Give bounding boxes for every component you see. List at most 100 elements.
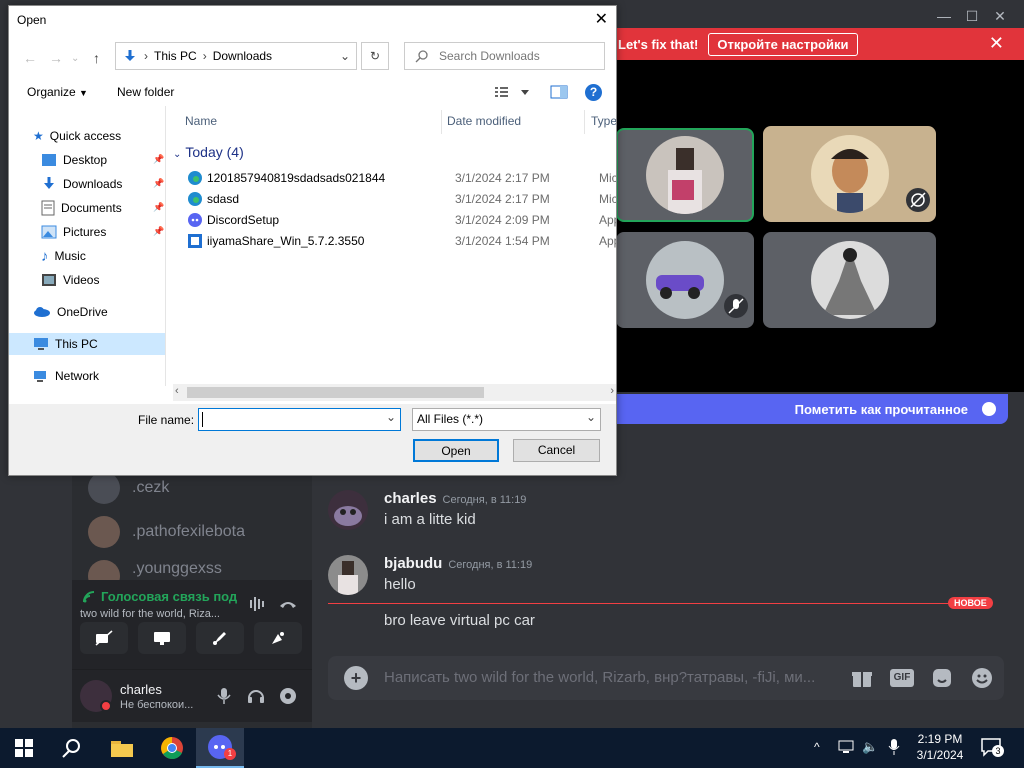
participant-tile[interactable]: [616, 232, 754, 328]
sticker-icon[interactable]: [930, 666, 954, 690]
camera-toggle-button[interactable]: [80, 622, 128, 654]
nav-item-network[interactable]: Network: [33, 365, 99, 387]
activities-button[interactable]: [196, 622, 244, 654]
file-row[interactable]: DiscordSetup 3/1/2024 2:09 PM Appli: [187, 210, 616, 230]
column-divider[interactable]: [584, 110, 585, 134]
quick-access-item[interactable]: ★ Quick access: [33, 125, 121, 147]
nav-item-onedrive[interactable]: OneDrive: [33, 301, 108, 323]
minimize-button[interactable]: —: [930, 6, 958, 26]
group-label: Today (4): [185, 144, 244, 160]
new-badge: НОВОЕ: [948, 597, 993, 609]
file-type-filter[interactable]: All Files (*.*) ⌄: [412, 408, 601, 431]
avatar[interactable]: [80, 680, 112, 712]
disconnect-icon[interactable]: [278, 596, 298, 612]
search-input[interactable]: Search Downloads: [404, 42, 605, 70]
horizontal-scrollbar[interactable]: ‹ ›: [173, 384, 616, 401]
new-folder-button[interactable]: New folder: [117, 85, 174, 99]
help-icon[interactable]: ?: [585, 84, 602, 101]
file-row[interactable]: sdasd 3/1/2024 2:17 PM Micro: [187, 189, 616, 209]
column-header-name[interactable]: Name: [185, 114, 217, 128]
avatar[interactable]: [328, 490, 368, 530]
nav-item-videos[interactable]: Videos: [41, 269, 99, 291]
message-input[interactable]: Написать two wild for the world, Rizarb,…: [384, 669, 824, 686]
close-button[interactable]: ✕: [986, 6, 1014, 26]
add-attachment-button[interactable]: +: [344, 666, 368, 690]
noise-suppression-icon[interactable]: [248, 596, 268, 612]
breadcrumb-downloads[interactable]: Downloads: [213, 49, 272, 63]
chevron-up-icon[interactable]: ^: [814, 740, 820, 754]
avatar[interactable]: [328, 555, 368, 595]
back-arrow-icon[interactable]: ←: [23, 50, 37, 66]
nav-item-pictures[interactable]: Pictures: [41, 221, 106, 243]
column-header-type[interactable]: Type: [591, 114, 616, 128]
nav-item-downloads[interactable]: Downloads: [41, 173, 122, 195]
scroll-right-icon[interactable]: ›: [610, 385, 614, 397]
scroll-left-icon[interactable]: ‹: [175, 385, 179, 397]
scrollbar-thumb[interactable]: [187, 387, 484, 398]
search-button[interactable]: [48, 728, 96, 768]
nav-item-desktop[interactable]: Desktop: [41, 149, 107, 171]
file-name: 1201857940819sdadsads021844: [207, 171, 386, 185]
file-row[interactable]: iiyamaShare_Win_5.7.2.3550 3/1/2024 1:54…: [187, 231, 616, 251]
chevron-down-icon[interactable]: ⌄: [386, 410, 396, 424]
emoji-icon[interactable]: [970, 666, 994, 690]
organize-button[interactable]: Organize ▼: [27, 85, 88, 99]
member-item[interactable]: .pathofexilebota: [88, 516, 245, 548]
message-author[interactable]: charles: [384, 490, 437, 507]
pin-icon: 📌: [153, 226, 165, 236]
discord-taskbar-button[interactable]: 1: [196, 728, 244, 768]
open-settings-button[interactable]: Откройте настройки: [708, 32, 858, 56]
column-header-date[interactable]: Date modified: [447, 114, 521, 128]
headphones-icon[interactable]: [246, 686, 266, 706]
network-icon[interactable]: [838, 739, 856, 755]
voice-channel[interactable]: two wild for the world, Riza...: [80, 608, 220, 620]
nav-item-this-pc[interactable]: This PC: [9, 333, 165, 355]
avatar: [88, 472, 120, 504]
member-item[interactable]: .younggexss: [88, 560, 222, 580]
refresh-button[interactable]: ↻: [361, 42, 389, 70]
file-name-field[interactable]: ⌄: [198, 408, 401, 431]
gift-icon[interactable]: [850, 666, 874, 690]
view-options-icon[interactable]: [495, 84, 535, 100]
gif-button[interactable]: GIF: [890, 669, 914, 687]
discord-icon: [187, 212, 203, 228]
member-item[interactable]: .cezk: [88, 472, 169, 504]
participant-tile[interactable]: [763, 232, 936, 328]
forward-arrow-icon[interactable]: →: [49, 50, 63, 66]
message-author[interactable]: bjabudu: [384, 555, 442, 572]
close-icon[interactable]: ✕: [989, 33, 1004, 54]
video-stage: [612, 60, 1024, 392]
chrome-button[interactable]: [148, 728, 196, 768]
mark-as-read-bar[interactable]: Пометить как прочитанное: [612, 394, 1008, 424]
maximize-button[interactable]: ☐: [958, 6, 986, 26]
open-button[interactable]: Open: [413, 439, 499, 462]
microphone-icon[interactable]: [216, 686, 232, 706]
participant-tile[interactable]: [616, 128, 754, 222]
gear-icon[interactable]: [278, 686, 298, 706]
history-chevron-icon[interactable]: ⌄: [71, 53, 79, 64]
notification-center-icon[interactable]: 3: [980, 737, 1004, 757]
message-composer: + Написать two wild for the world, Rizar…: [328, 656, 1004, 700]
address-bar[interactable]: › This PC › Downloads ⌄: [115, 42, 357, 70]
soundboard-button[interactable]: [254, 622, 302, 654]
nav-item-documents[interactable]: Documents: [41, 197, 122, 219]
file-explorer-button[interactable]: [98, 728, 146, 768]
volume-icon[interactable]: 🔈: [862, 739, 878, 755]
group-header[interactable]: ⌄ Today (4): [173, 144, 244, 160]
participant-tile[interactable]: [763, 126, 936, 222]
clock[interactable]: 2:19 PM 3/1/2024: [914, 732, 966, 762]
file-type: Micro: [599, 171, 616, 185]
breadcrumb-this-pc[interactable]: This PC: [154, 49, 197, 63]
screen-share-button[interactable]: [138, 622, 186, 654]
chevron-down-icon[interactable]: ⌄: [340, 49, 350, 63]
column-divider[interactable]: [441, 110, 442, 134]
start-button[interactable]: [0, 728, 48, 768]
preview-pane-icon[interactable]: [550, 85, 568, 99]
username[interactable]: charles: [120, 682, 162, 697]
nav-item-music[interactable]: ♪ Music: [41, 245, 86, 267]
close-icon[interactable]: ✕: [595, 9, 608, 29]
microphone-icon[interactable]: [888, 738, 900, 756]
up-arrow-icon[interactable]: ↑: [93, 50, 100, 66]
file-row[interactable]: 1201857940819sdadsads021844 3/1/2024 2:1…: [187, 168, 616, 188]
cancel-button[interactable]: Cancel: [513, 439, 600, 462]
